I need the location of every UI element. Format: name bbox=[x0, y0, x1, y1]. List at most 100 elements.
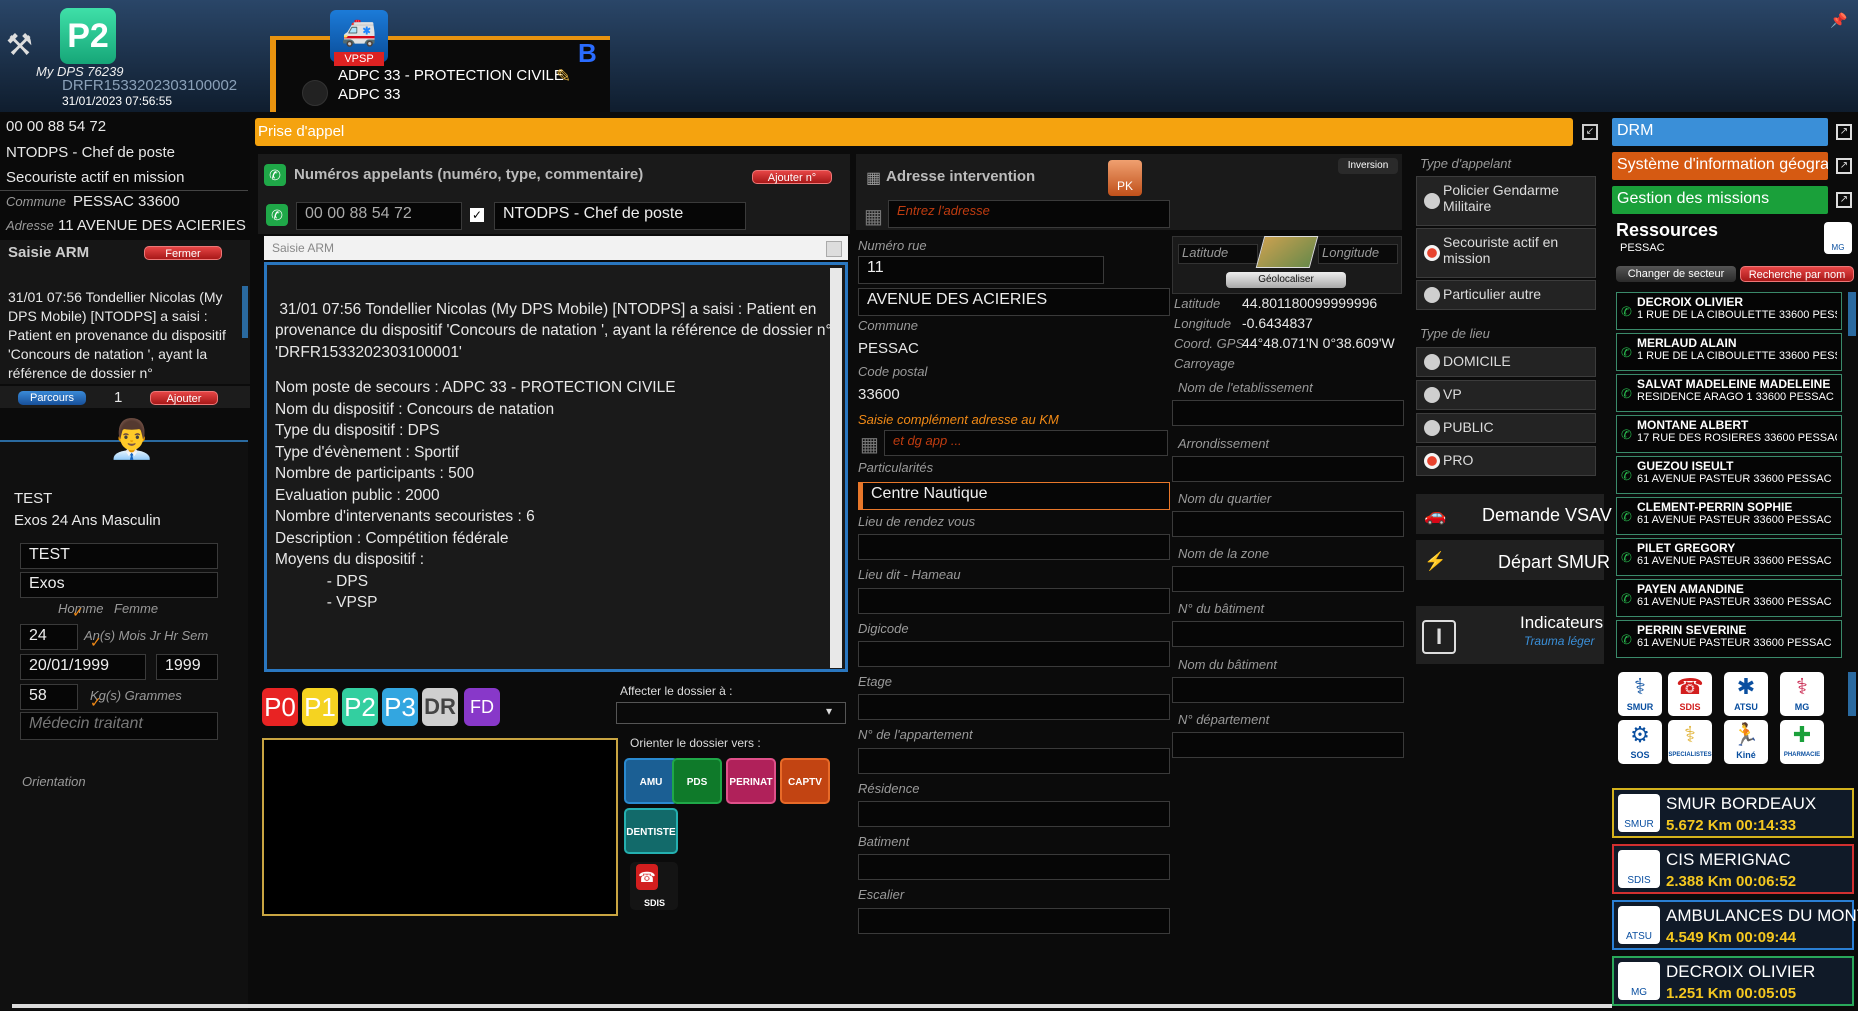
sig-button[interactable]: Système d'information géographique bbox=[1612, 152, 1828, 180]
caller-name-field[interactable]: NTODPS - Chef de poste bbox=[494, 202, 746, 230]
caller-phone-field[interactable]: 00 00 88 54 72 bbox=[296, 202, 462, 230]
saisie-arm-body[interactable]: 31/01 07:56 Tondellier Nicolas (My DPS M… bbox=[264, 262, 848, 672]
wrench-icon[interactable]: ⚒ bbox=[6, 28, 46, 64]
numero-field[interactable]: 11 bbox=[858, 256, 1104, 284]
pin-icon[interactable]: 📌 bbox=[1830, 12, 1847, 29]
open-external-icon[interactable]: ↗ bbox=[1836, 192, 1852, 208]
birth-date-field[interactable]: 20/01/1999 bbox=[20, 654, 146, 680]
phone-icon[interactable]: ✆ bbox=[1621, 304, 1632, 320]
address-field[interactable] bbox=[858, 588, 1170, 614]
address-field[interactable] bbox=[858, 641, 1170, 667]
resource-card[interactable]: ✆ PAYEN AMANDINE 61 AVENUE PASTEUR 33600 P… bbox=[1616, 579, 1842, 617]
inversion-button[interactable]: Inversion bbox=[1338, 158, 1398, 174]
phone-icon[interactable]: ✆ bbox=[1621, 345, 1632, 361]
age-field[interactable]: 24 bbox=[20, 624, 78, 650]
atsu-service-icon[interactable]: ✱ ATSU bbox=[1724, 672, 1768, 716]
address-field[interactable] bbox=[1172, 511, 1404, 537]
resource-card[interactable]: ✆ CLEMENT-PERRIN SOPHIE 61 AVENUE PASTEUR … bbox=[1616, 497, 1842, 535]
caller-checkbox[interactable]: ✓ bbox=[470, 208, 484, 222]
priority-p2-button[interactable]: P2 bbox=[342, 688, 378, 726]
place-type-option[interactable]: VP bbox=[1416, 380, 1596, 410]
phone-icon[interactable]: ✆ bbox=[1621, 550, 1632, 566]
address-field[interactable] bbox=[1172, 400, 1404, 426]
address-field[interactable] bbox=[858, 801, 1170, 827]
map-icon[interactable] bbox=[1255, 236, 1319, 268]
phone-icon[interactable]: ✆ bbox=[1621, 468, 1632, 484]
mg-service-icon[interactable]: ⚕ MG bbox=[1780, 672, 1824, 716]
minimize-icon[interactable]: ↙ bbox=[1582, 124, 1598, 140]
age-units[interactable]: An(s) Mois Jr Hr Sem bbox=[84, 628, 208, 643]
engaged-resource-card[interactable]: SMUR SMUR BORDEAUX 5.672 Km 00:14:33 bbox=[1612, 788, 1854, 838]
resource-card[interactable]: ✆ PERRIN SEVERINE 61 AVENUE PASTEUR 33600 … bbox=[1616, 620, 1842, 658]
pharmacie-service-icon[interactable]: ✚ PHARMACIE bbox=[1780, 720, 1824, 764]
phone-icon[interactable]: ✆ bbox=[266, 204, 288, 226]
orient-dentiste-button[interactable]: DENTISTE bbox=[624, 808, 678, 854]
rue-field[interactable]: AVENUE DES ACIERIES bbox=[858, 288, 1170, 316]
medecin-field[interactable]: Médecin traitant bbox=[20, 712, 218, 740]
priority-dr-button[interactable]: DR bbox=[422, 688, 458, 726]
add-parcours-button[interactable]: Ajouter bbox=[150, 391, 218, 405]
km-field[interactable]: et dg app ... bbox=[884, 430, 1168, 456]
scrollbar[interactable] bbox=[1848, 672, 1856, 716]
resource-card[interactable]: ✆ DECROIX OLIVIER 1 RUE DE LA CIBOULETTE 3… bbox=[1616, 292, 1842, 330]
scrollbar[interactable] bbox=[242, 286, 248, 338]
open-external-icon[interactable]: ↗ bbox=[1836, 124, 1852, 140]
address-field[interactable] bbox=[1172, 566, 1404, 592]
kine-service-icon[interactable]: 🏃 Kiné bbox=[1724, 720, 1768, 764]
phone-icon[interactable]: ✆ bbox=[1621, 509, 1632, 525]
address-field[interactable] bbox=[858, 854, 1170, 880]
address-field[interactable] bbox=[858, 694, 1170, 720]
mg-icon[interactable]: MG bbox=[1824, 222, 1852, 254]
address-field[interactable] bbox=[858, 534, 1170, 560]
add-number-button[interactable]: Ajouter n° bbox=[752, 170, 832, 184]
engaged-resource-card[interactable]: ATSU AMBULANCES DU MONT 4.549 Km 00:09:44 bbox=[1612, 900, 1858, 950]
nom-field[interactable]: TEST bbox=[20, 543, 218, 569]
drm-button[interactable]: DRM bbox=[1612, 118, 1828, 146]
orient-pds-button[interactable]: PDS bbox=[672, 758, 722, 804]
close-button[interactable]: Fermer bbox=[144, 246, 222, 260]
resource-card[interactable]: ✆ PILET GREGORY 61 AVENUE PASTEUR 33600 PE… bbox=[1616, 538, 1842, 576]
pk-button[interactable]: PK bbox=[1108, 160, 1142, 196]
parcours-button[interactable]: Parcours bbox=[18, 391, 86, 405]
address-field[interactable] bbox=[858, 748, 1170, 774]
address-field[interactable] bbox=[1172, 621, 1404, 647]
birth-year-field[interactable]: 1999 bbox=[156, 654, 218, 680]
priority-p0-button[interactable]: P0 bbox=[262, 688, 298, 726]
resource-card[interactable]: ✆ GUEZOU ISEULT 61 AVENUE PASTEUR 33600 PE… bbox=[1616, 456, 1842, 494]
smur-service-icon[interactable]: ⚕ SMUR bbox=[1618, 672, 1662, 716]
priority-p3-button[interactable]: P3 bbox=[382, 688, 418, 726]
priority-fd-button[interactable]: FD bbox=[464, 688, 500, 726]
search-name-button[interactable]: Recherche par nom bbox=[1740, 266, 1854, 282]
orient-perinat-button[interactable]: PERINAT bbox=[726, 758, 776, 804]
phone-icon[interactable]: ✆ bbox=[1621, 386, 1632, 402]
particularites-field[interactable]: Centre Nautique bbox=[858, 482, 1170, 510]
place-type-option[interactable]: PRO bbox=[1416, 446, 1596, 476]
missions-button[interactable]: Gestion des missions bbox=[1612, 186, 1828, 214]
phone-icon[interactable]: ✆ bbox=[1621, 427, 1632, 443]
chevron-down-icon[interactable]: ▾ bbox=[826, 704, 832, 718]
engaged-resource-card[interactable]: MG DECROIX OLIVIER 1.251 Km 00:05:05 bbox=[1612, 956, 1854, 1006]
notes-box[interactable] bbox=[262, 738, 618, 916]
phone-icon[interactable]: ✆ bbox=[1621, 632, 1632, 648]
orient-captv-button[interactable]: CAPTV bbox=[780, 758, 830, 804]
address-field[interactable] bbox=[1172, 677, 1404, 703]
address-search[interactable]: Entrez l'adresse bbox=[888, 200, 1170, 228]
geoloc-button[interactable]: Géolocaliser bbox=[1226, 272, 1346, 288]
prenom-field[interactable]: Exos bbox=[20, 572, 218, 598]
orient-amu-button[interactable]: AMU bbox=[624, 758, 678, 804]
address-field[interactable] bbox=[1172, 732, 1404, 758]
weight-units[interactable]: Kg(s) Grammes bbox=[90, 688, 182, 703]
address-field[interactable] bbox=[858, 908, 1170, 934]
sos-service-icon[interactable]: ⚙ SOS bbox=[1618, 720, 1662, 764]
sex-femme[interactable]: Femme bbox=[114, 601, 158, 616]
specialistes-service-icon[interactable]: ⚕ SPECIALISTES bbox=[1668, 720, 1712, 764]
change-sector-button[interactable]: Changer de secteur bbox=[1616, 266, 1736, 282]
caller-type-option[interactable]: Policier Gendarme Militaire bbox=[1416, 176, 1596, 226]
address-field[interactable] bbox=[1172, 456, 1404, 482]
tools-icon[interactable]: ✎ bbox=[556, 66, 571, 87]
scrollbar[interactable] bbox=[830, 268, 842, 668]
weight-field[interactable]: 58 bbox=[20, 684, 78, 710]
resource-card[interactable]: ✆ MERLAUD ALAIN 1 RUE DE LA CIBOULETTE 336… bbox=[1616, 333, 1842, 371]
caller-type-option[interactable]: Particulier autre bbox=[1416, 280, 1596, 310]
sdis-service-icon[interactable]: ☎ SDIS bbox=[1668, 672, 1712, 716]
